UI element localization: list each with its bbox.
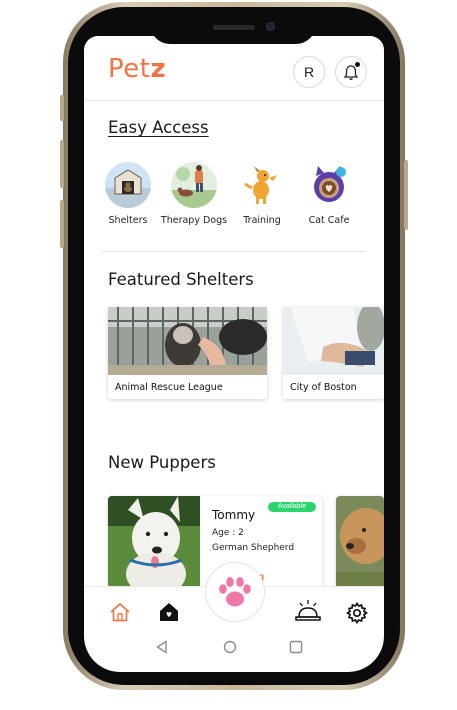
profile-initial: R bbox=[303, 64, 315, 80]
cat-cafe-image bbox=[306, 162, 352, 208]
nav-shelters-button[interactable] bbox=[159, 602, 179, 627]
volume-down-button bbox=[60, 200, 64, 248]
pupper-photo bbox=[336, 496, 384, 588]
new-puppers-title: New Puppers bbox=[108, 453, 216, 472]
notification-dot bbox=[355, 62, 360, 67]
pupper-photo bbox=[108, 496, 200, 588]
settings-gear-icon bbox=[345, 601, 369, 625]
shelter-name: Animal Rescue League bbox=[115, 382, 223, 393]
power-button bbox=[404, 160, 408, 230]
therapy-dogs-image bbox=[171, 162, 217, 208]
easy-access-label: Training bbox=[243, 215, 281, 226]
shelter-card-animal-rescue-league[interactable]: Animal Rescue League bbox=[108, 307, 267, 399]
app-screen: Petz R Easy Access Shelters Therapy Dogs… bbox=[84, 36, 384, 672]
easy-access-shelters[interactable]: Shelters bbox=[92, 162, 164, 226]
easy-access-cat-cafe[interactable]: Cat Cafe bbox=[293, 162, 365, 226]
section-divider bbox=[102, 251, 366, 252]
app-logo: Petz bbox=[108, 54, 167, 84]
easy-access-title: Easy Access bbox=[108, 118, 209, 137]
nav-services-button[interactable] bbox=[295, 599, 321, 628]
volume-up-button bbox=[60, 140, 64, 188]
status-badge: Available bbox=[268, 502, 316, 512]
service-bell-icon bbox=[295, 600, 321, 621]
mute-switch bbox=[60, 95, 64, 121]
notifications-button[interactable] bbox=[335, 56, 367, 88]
pupper-age: Age : 2 bbox=[212, 528, 244, 538]
system-home-button[interactable] bbox=[223, 640, 237, 659]
system-recents-button[interactable] bbox=[289, 640, 303, 659]
shelter-card-city-of-boston[interactable]: City of Boston bbox=[283, 307, 384, 399]
shelters-image bbox=[105, 162, 151, 208]
easy-access-label: Therapy Dogs bbox=[160, 215, 228, 226]
featured-shelters-title: Featured Shelters bbox=[108, 270, 254, 289]
nav-settings-button[interactable] bbox=[345, 601, 369, 629]
header-divider bbox=[84, 100, 384, 101]
nav-home-button[interactable] bbox=[109, 602, 131, 627]
easy-access-training[interactable]: Training bbox=[226, 162, 298, 226]
front-camera bbox=[266, 22, 275, 31]
paw-icon bbox=[219, 577, 251, 607]
home-icon bbox=[110, 602, 130, 622]
training-image bbox=[239, 162, 285, 208]
pupper-name: Tommy bbox=[212, 508, 256, 522]
easy-access-label: Shelters bbox=[108, 215, 148, 226]
phone-speaker bbox=[213, 25, 255, 30]
system-back-button[interactable] bbox=[155, 640, 169, 659]
pupper-card-next[interactable] bbox=[336, 496, 384, 588]
shelter-photo bbox=[108, 307, 267, 375]
easy-access-label: Cat Cafe bbox=[308, 215, 350, 226]
shelter-name: City of Boston bbox=[290, 382, 357, 393]
shelter-house-icon bbox=[160, 603, 178, 621]
back-icon bbox=[156, 640, 167, 654]
profile-avatar-button[interactable]: R bbox=[293, 56, 325, 88]
home-circle-icon bbox=[223, 640, 237, 654]
easy-access-therapy-dogs[interactable]: Therapy Dogs bbox=[158, 162, 230, 226]
paw-center-button[interactable] bbox=[205, 562, 265, 622]
recents-icon bbox=[289, 640, 303, 654]
pupper-breed: German Shepherd bbox=[212, 543, 295, 553]
shelter-photo bbox=[283, 307, 384, 375]
